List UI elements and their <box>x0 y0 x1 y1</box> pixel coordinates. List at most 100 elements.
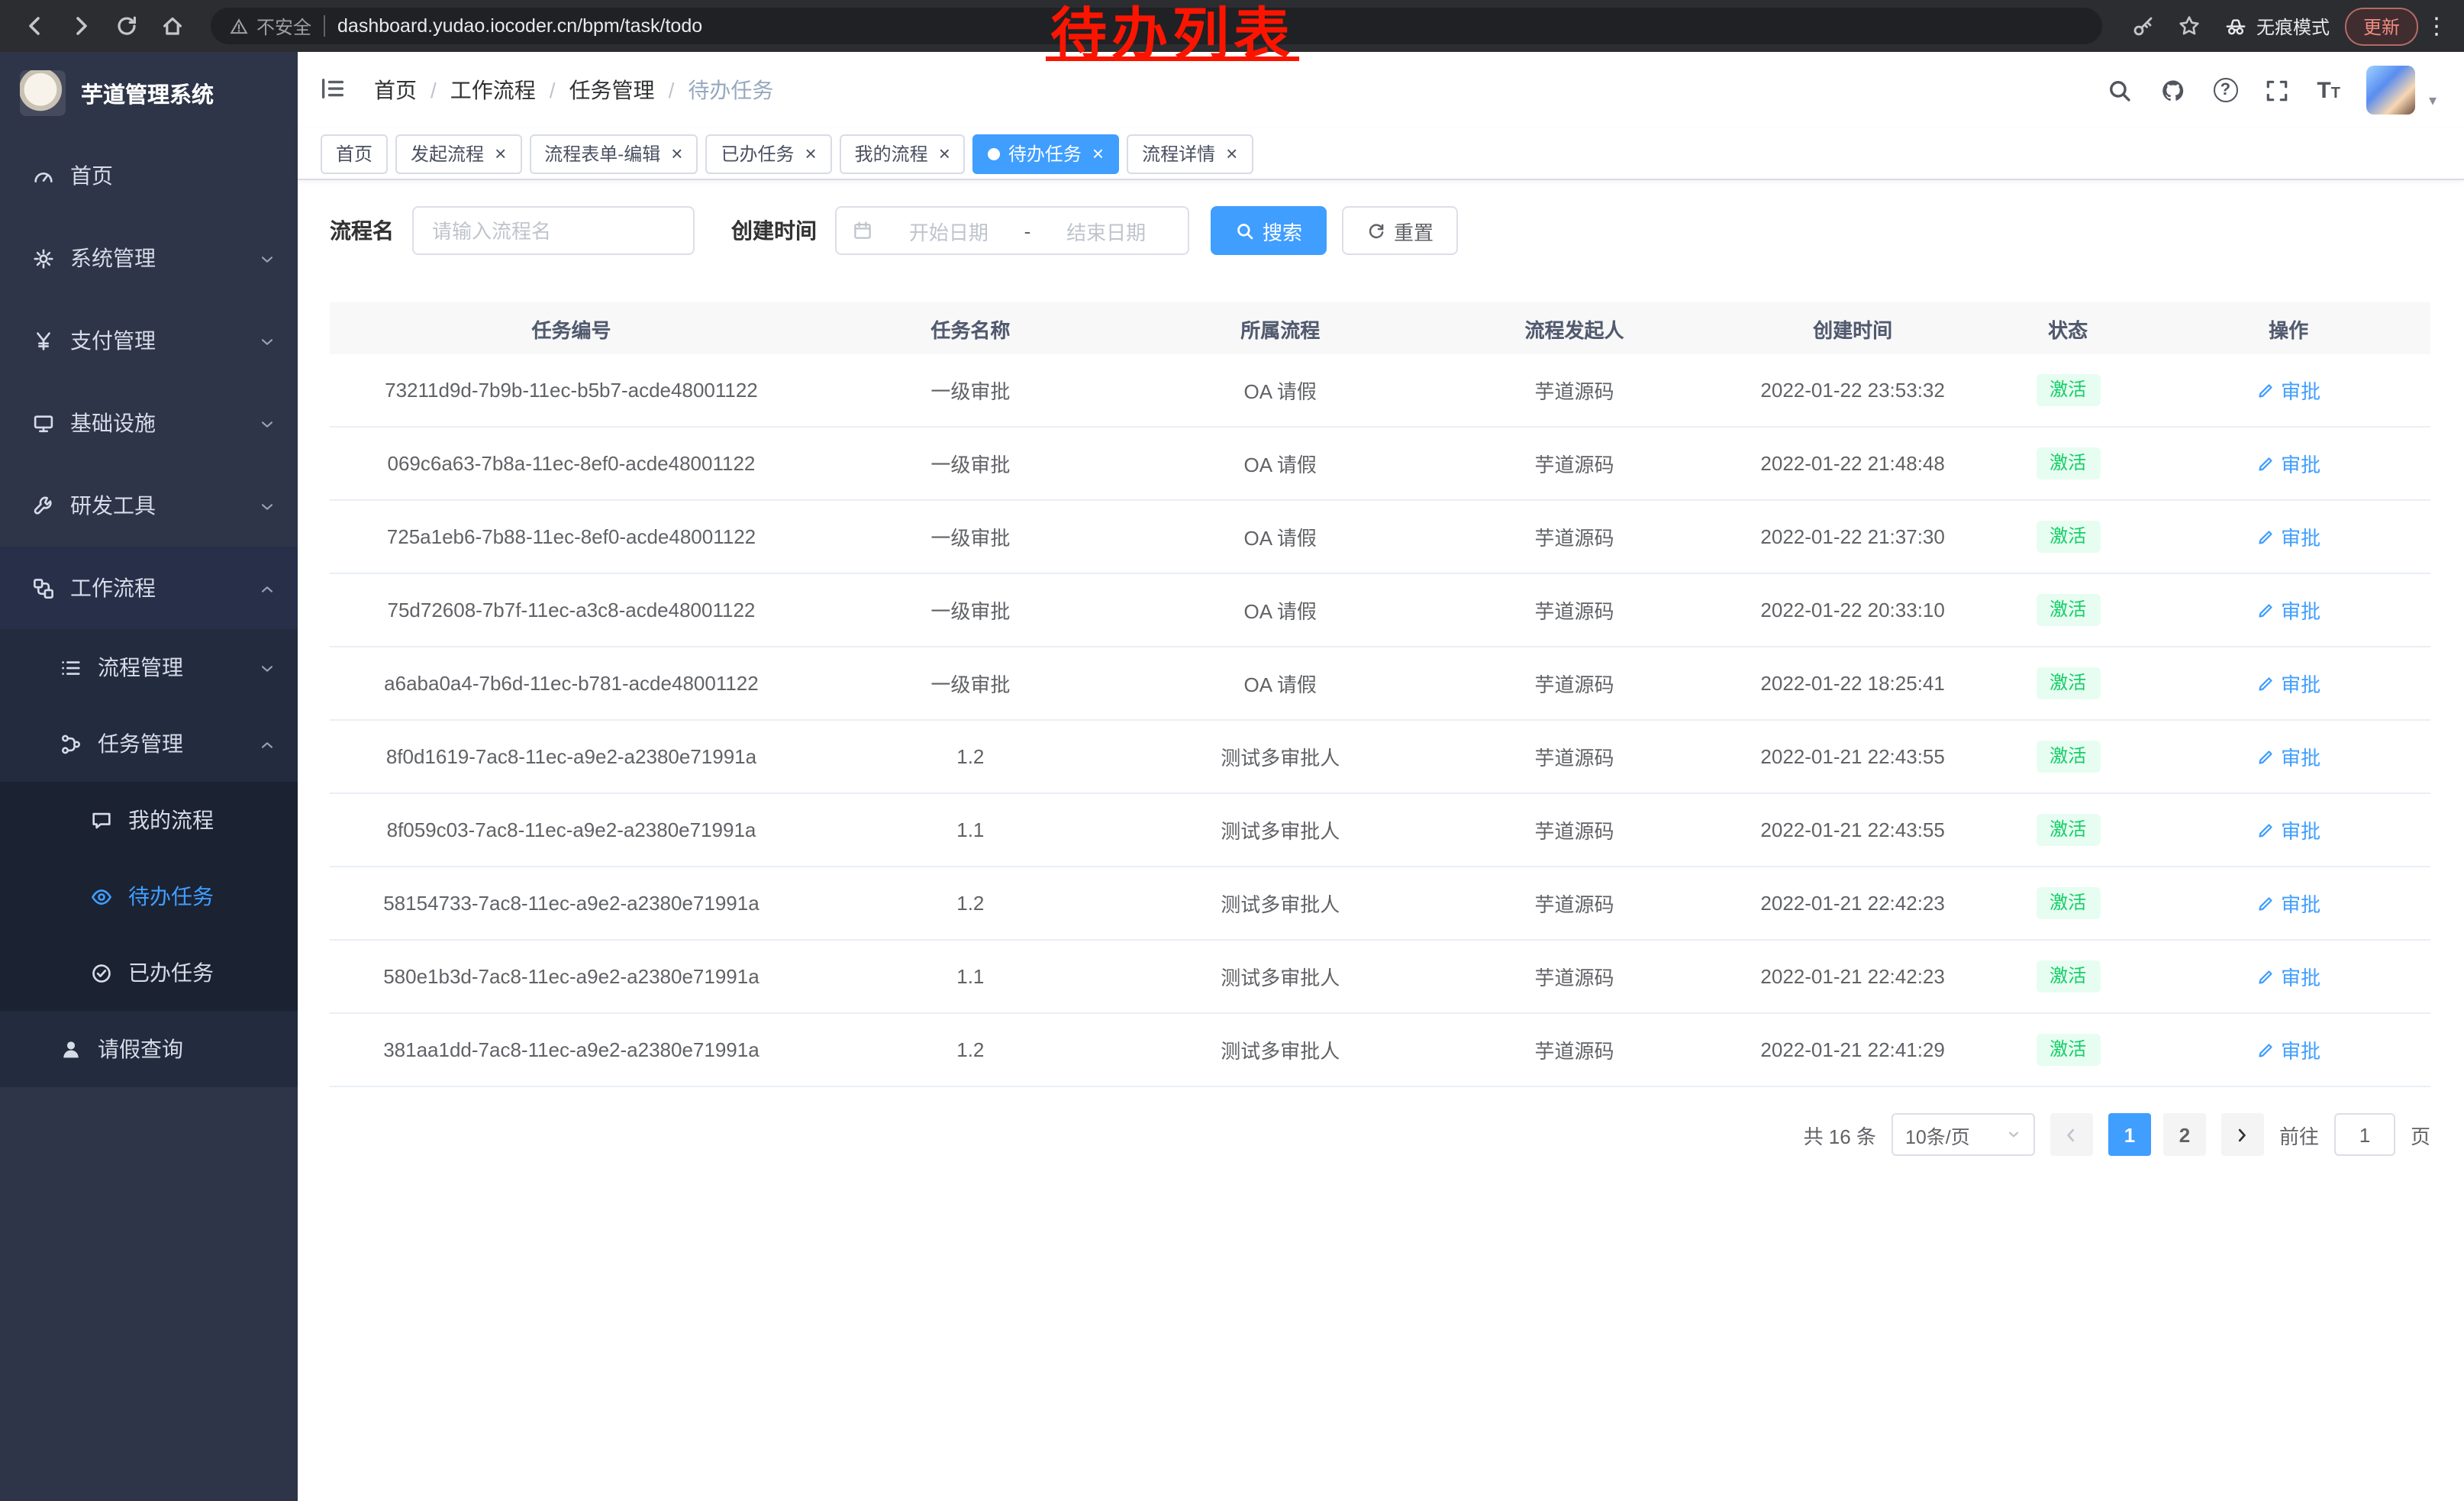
tab-close-icon[interactable]: × <box>1092 144 1104 163</box>
tab-close-icon[interactable]: × <box>805 144 816 163</box>
reset-button[interactable]: 重置 <box>1342 206 1458 255</box>
approve-link[interactable]: 审批 <box>2256 449 2320 478</box>
security-chip[interactable]: 不安全 <box>229 13 311 39</box>
breadcrumb-item[interactable]: 任务管理 <box>569 75 655 105</box>
end-date-placeholder: 结束日期 <box>1040 216 1172 245</box>
breadcrumb-item[interactable]: 首页 <box>374 75 417 105</box>
action-cell: 审批 <box>2146 815 2430 844</box>
help-icon[interactable]: ? <box>2213 78 2237 102</box>
tab-start-process[interactable]: 发起流程 × <box>395 134 521 173</box>
process-cell: 测试多审批人 <box>1128 962 1433 991</box>
tab-done-tasks[interactable]: 已办任务 × <box>705 134 831 173</box>
font-size-icon[interactable]: TT <box>2317 79 2340 102</box>
sidebar-item-leave-query[interactable]: 请假查询 <box>0 1011 298 1087</box>
reload-icon[interactable] <box>107 6 147 46</box>
approve-link[interactable]: 审批 <box>2256 815 2320 844</box>
page-number-1[interactable]: 1 <box>2108 1113 2151 1156</box>
approve-link[interactable]: 审批 <box>2256 1035 2320 1064</box>
fullscreen-icon[interactable] <box>2263 76 2291 104</box>
starter-cell: 芋道源码 <box>1433 522 1717 551</box>
avatar[interactable] <box>2366 66 2415 115</box>
status-cell: 激活 <box>1989 741 2146 773</box>
approve-label: 审批 <box>2281 962 2320 991</box>
sidebar-item-system[interactable]: 系统管理 <box>0 217 298 299</box>
page-numbers: 12 <box>2108 1113 2206 1156</box>
table-row: 069c6a63-7b8a-11ec-8ef0-acde48001122 一级审… <box>330 428 2430 501</box>
sidebar-item-task-mgmt[interactable]: 任务管理 <box>0 705 298 782</box>
sidebar-item-label: 待办任务 <box>128 881 214 912</box>
sidebar-item-my-process[interactable]: 我的流程 <box>0 782 298 858</box>
prev-page-button[interactable] <box>2050 1113 2093 1156</box>
update-button[interactable]: 更新 <box>2345 7 2418 45</box>
tab-close-icon[interactable]: × <box>495 144 506 163</box>
date-range-picker[interactable]: 开始日期 - 结束日期 <box>835 206 1189 255</box>
github-icon[interactable] <box>2159 76 2187 104</box>
browser-chrome: 不安全 dashboard.yudao.iocoder.cn/bpm/task/… <box>0 0 2464 52</box>
task-name-cell: 1.2 <box>813 1038 1128 1061</box>
column-header: 任务名称 <box>813 314 1128 343</box>
home-icon[interactable] <box>153 6 192 46</box>
goto-page-input[interactable] <box>2334 1113 2395 1156</box>
status-badge: 激活 <box>2036 741 2100 773</box>
sidebar-collapse-icon[interactable] <box>319 75 350 105</box>
tab-close-icon[interactable]: × <box>671 144 682 163</box>
forward-icon[interactable] <box>61 6 101 46</box>
url-text: dashboard.yudao.iocoder.cn/bpm/task/todo <box>337 15 702 37</box>
tab-my-process[interactable]: 我的流程 × <box>840 134 966 173</box>
avatar-caret-icon[interactable]: ▾ <box>2429 93 2437 115</box>
sidebar-item-home[interactable]: 首页 <box>0 134 298 217</box>
action-cell: 审批 <box>2146 669 2430 698</box>
tab-process-form-edit[interactable]: 流程表单-编辑 × <box>529 134 698 173</box>
bookmark-star-icon[interactable] <box>2169 6 2209 46</box>
app-logo[interactable]: 芋道管理系统 <box>0 52 298 134</box>
approve-link[interactable]: 审批 <box>2256 596 2320 625</box>
process-name-input[interactable] <box>412 206 695 255</box>
back-icon[interactable] <box>15 6 55 46</box>
approve-link[interactable]: 审批 <box>2256 376 2320 405</box>
sidebar-item-label: 请假查询 <box>98 1034 183 1064</box>
approve-link[interactable]: 审批 <box>2256 669 2320 698</box>
process-cell: OA 请假 <box>1128 522 1433 551</box>
sidebar-item-payment[interactable]: 支付管理 <box>0 299 298 382</box>
address-bar[interactable]: 不安全 dashboard.yudao.iocoder.cn/bpm/task/… <box>211 8 2102 44</box>
my-process-icon <box>89 808 113 832</box>
search-button[interactable]: 搜索 <box>1211 206 1327 255</box>
tab-label: 首页 <box>336 140 373 166</box>
page-size-select[interactable]: 10条/页 <box>1892 1113 2035 1156</box>
breadcrumb-item[interactable]: 工作流程 <box>450 75 536 105</box>
tab-close-icon[interactable]: × <box>939 144 950 163</box>
approve-link[interactable]: 审批 <box>2256 522 2320 551</box>
sidebar-item-process-mgmt[interactable]: 流程管理 <box>0 629 298 705</box>
page-number-2[interactable]: 2 <box>2163 1113 2206 1156</box>
approve-link[interactable]: 审批 <box>2256 962 2320 991</box>
status-badge: 激活 <box>2036 961 2100 993</box>
sidebar-item-label: 基础设施 <box>70 408 156 438</box>
menu-dots-icon[interactable]: ⋮ <box>2424 6 2449 46</box>
table-row: 8f059c03-7ac8-11ec-a9e2-a2380e71991a 1.1… <box>330 794 2430 867</box>
next-page-button[interactable] <box>2221 1113 2264 1156</box>
edit-icon <box>2256 381 2275 399</box>
sidebar-item-done-tasks[interactable]: 已办任务 <box>0 934 298 1011</box>
approve-link[interactable]: 审批 <box>2256 742 2320 771</box>
chevron-down-icon <box>258 496 276 515</box>
column-header: 状态 <box>1989 314 2146 343</box>
created-time-cell: 2022-01-22 23:53:32 <box>1716 379 1989 402</box>
sidebar-menu: 首页 系统管理 支付管理 基础设施 研发工具 工作流程 流程管理 任务管理 我的… <box>0 134 298 1087</box>
created-time-cell: 2022-01-21 22:41:29 <box>1716 1038 1989 1061</box>
tab-process-detail[interactable]: 流程详情 × <box>1127 134 1253 173</box>
table-row: a6aba0a4-7b6d-11ec-b781-acde48001122 一级审… <box>330 647 2430 721</box>
password-key-icon[interactable] <box>2124 6 2163 46</box>
tab-home[interactable]: 首页 <box>321 134 388 173</box>
sidebar-item-devtools[interactable]: 研发工具 <box>0 464 298 547</box>
sidebar-item-todo-tasks[interactable]: 待办任务 <box>0 858 298 934</box>
sidebar-item-workflow[interactable]: 工作流程 <box>0 547 298 629</box>
tab-todo-tasks[interactable]: 待办任务 × <box>973 134 1119 173</box>
task-mgmt-icon <box>58 731 82 756</box>
search-icon[interactable] <box>2106 76 2133 104</box>
tab-close-icon[interactable]: × <box>1226 144 1237 163</box>
approve-label: 审批 <box>2281 669 2320 698</box>
approve-link[interactable]: 审批 <box>2256 889 2320 918</box>
approve-label: 审批 <box>2281 815 2320 844</box>
table-row: 58154733-7ac8-11ec-a9e2-a2380e71991a 1.2… <box>330 867 2430 941</box>
sidebar-item-infra[interactable]: 基础设施 <box>0 382 298 464</box>
